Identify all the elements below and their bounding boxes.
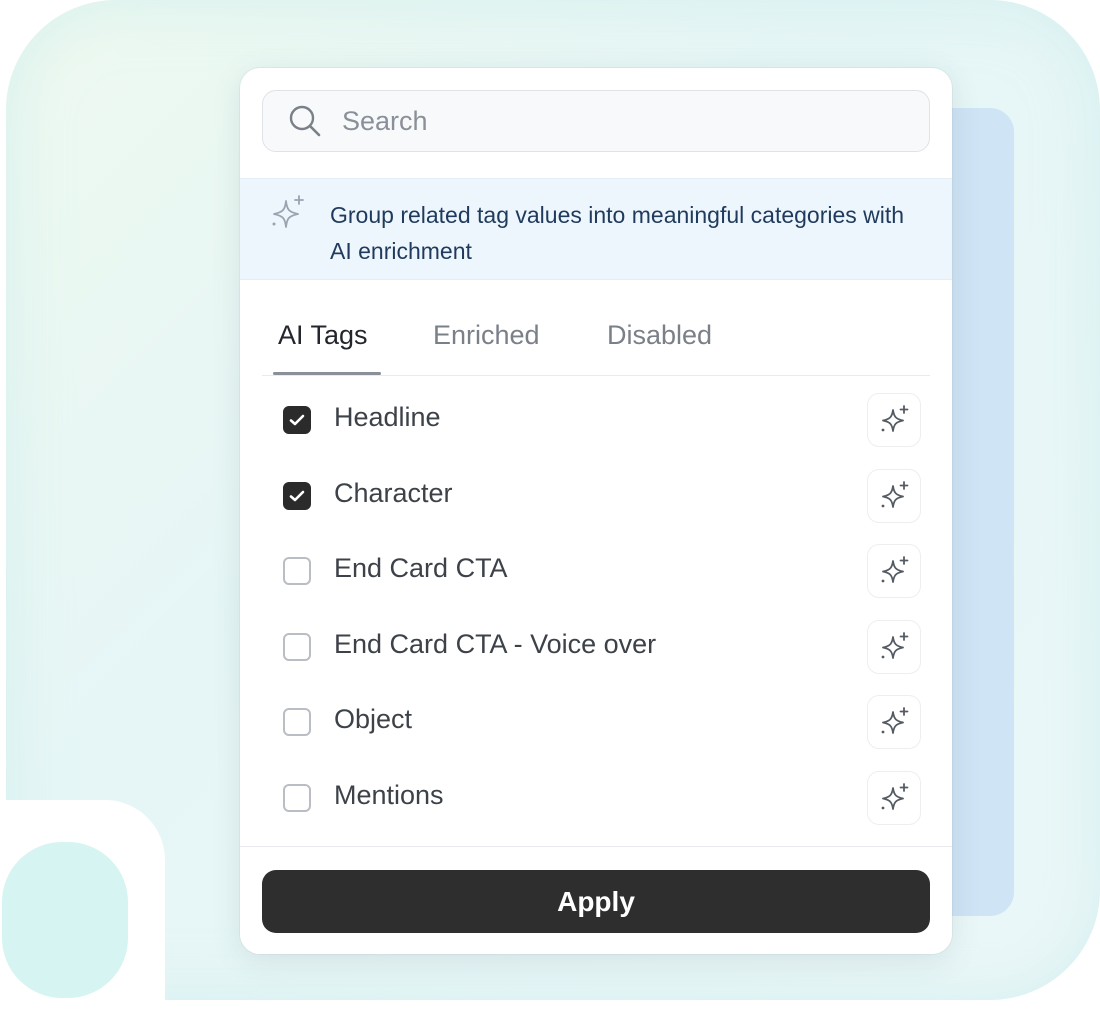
- enrich-button[interactable]: [867, 619, 921, 674]
- apply-button[interactable]: Apply: [262, 870, 930, 933]
- tab-bar: AI Tags Enriched Disabled: [262, 308, 930, 376]
- sparkle-icon: [881, 707, 909, 734]
- enrich-button[interactable]: [867, 695, 921, 749]
- sparkle-icon: [881, 405, 909, 432]
- list-item[interactable]: Mentions: [240, 760, 952, 835]
- checkbox[interactable]: [283, 406, 311, 434]
- banner-text: Group related tag values into meaningful…: [330, 202, 905, 264]
- sparkle-icon: [881, 631, 909, 659]
- tab-disabled[interactable]: Disabled: [603, 320, 716, 351]
- checkbox[interactable]: [283, 708, 311, 736]
- sparkle-icon: [272, 195, 304, 228]
- search-icon: [289, 105, 321, 137]
- checkbox[interactable]: [283, 481, 311, 510]
- checkmark-icon: [289, 414, 305, 426]
- tab-enriched[interactable]: Enriched: [429, 320, 544, 351]
- tag-label: Headline: [334, 402, 441, 432]
- enrich-button[interactable]: [867, 468, 921, 523]
- panel-footer: Apply: [240, 846, 952, 954]
- tag-label: End Card CTA: [334, 553, 508, 583]
- tag-filter-panel: Group related tag values into meaningful…: [240, 68, 952, 954]
- tag-label: End Card CTA - Voice over: [334, 628, 657, 659]
- search-input[interactable]: [340, 104, 929, 138]
- list-item[interactable]: Headline: [240, 382, 952, 457]
- list-item[interactable]: End Card CTA: [240, 533, 952, 608]
- tag-label: Character: [334, 477, 453, 508]
- list-item[interactable]: Object: [240, 684, 952, 759]
- ai-enrichment-banner: Group related tag values into meaningful…: [240, 178, 952, 280]
- sparkle-icon: [881, 556, 909, 583]
- checkmark-icon: [289, 490, 305, 501]
- sparkle-icon: [881, 782, 909, 810]
- enrich-button[interactable]: [867, 770, 921, 825]
- sparkle-icon: [881, 480, 909, 508]
- list-item[interactable]: End Card CTA - Voice over: [240, 609, 952, 684]
- active-tab-indicator: [273, 372, 381, 375]
- enrich-button[interactable]: [867, 393, 921, 447]
- tag-label: Mentions: [334, 779, 444, 810]
- tag-label: Object: [334, 704, 413, 734]
- background-pill: [2, 842, 128, 998]
- search-box[interactable]: [262, 90, 930, 152]
- list-item[interactable]: Character: [240, 458, 952, 533]
- checkbox[interactable]: [283, 783, 311, 812]
- checkbox[interactable]: [283, 632, 311, 661]
- checkbox[interactable]: [283, 557, 311, 585]
- tab-ai-tags[interactable]: AI Tags: [274, 320, 372, 351]
- enrich-button[interactable]: [867, 544, 921, 598]
